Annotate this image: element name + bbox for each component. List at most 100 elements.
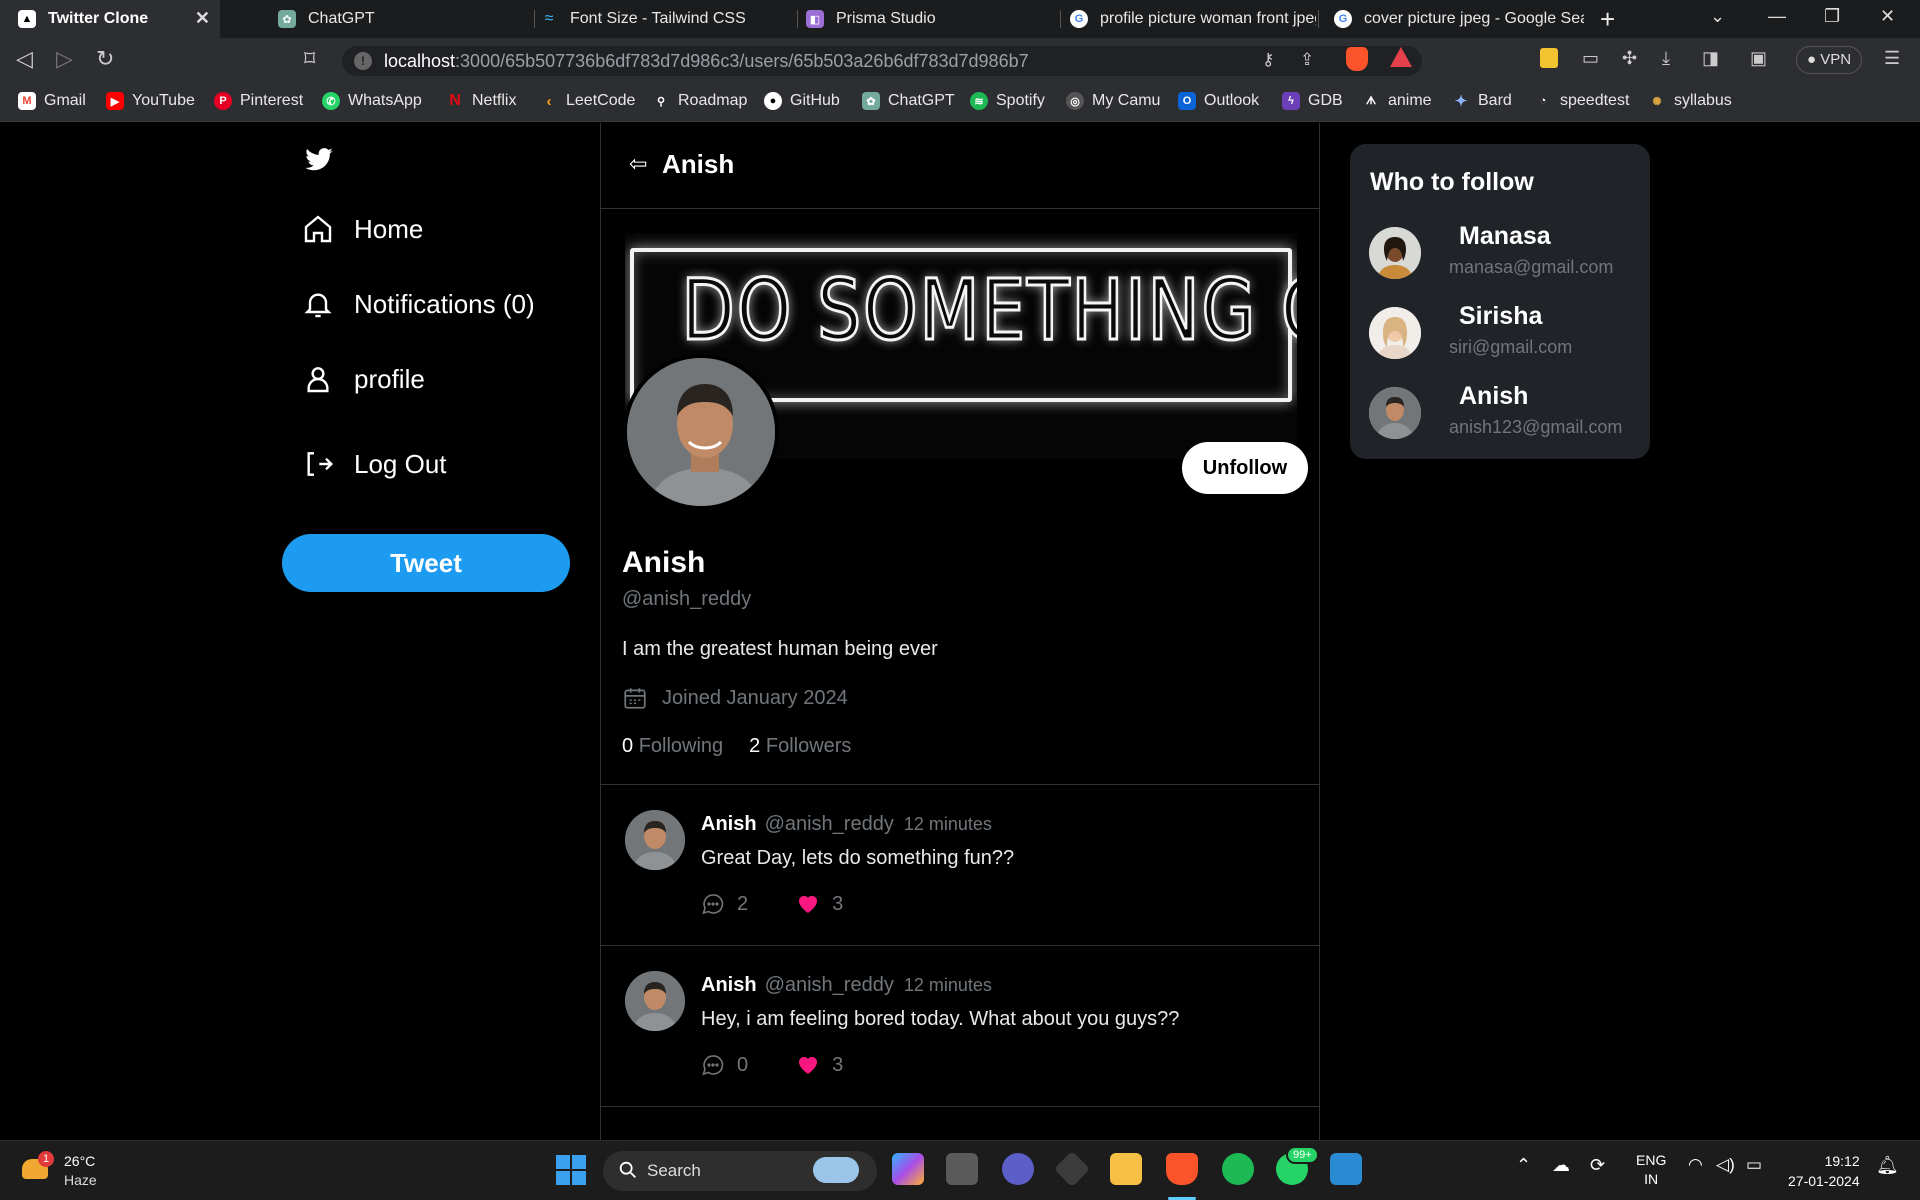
tweet-item[interactable]: Anish @anish_reddy 12 minutes Great Day, l… [601,784,1319,945]
address-bar[interactable]: ! localhost:3000/65b507736b6df783d7d986c… [342,46,1422,76]
tweet-avatar[interactable] [625,971,685,1031]
windows-start-icon[interactable] [556,1155,586,1185]
bookmark-roadmap[interactable]: ⚲ Roadmap [652,92,747,110]
tweet-author-name[interactable]: Anish [701,974,757,996]
forward-icon[interactable]: ▷ [56,46,73,72]
tab-prisma-studio[interactable]: ◧ Prisma Studio [788,0,1028,38]
download-icon[interactable]: ⤓ [1662,48,1670,69]
vpn-button[interactable]: ● VPN [1796,46,1863,74]
followers-link[interactable]: 2 Followers [749,735,851,757]
close-tab-icon[interactable]: ✕ [195,8,210,29]
comment-icon[interactable] [701,892,725,916]
battery-icon[interactable]: ▭ [1746,1155,1762,1175]
bookmark-whatsapp[interactable]: ✆ WhatsApp [322,92,422,110]
twitter-bird-logo-icon[interactable] [304,145,334,175]
bookmark-speedtest[interactable]: ◔ speedtest [1534,92,1630,110]
tweet-avatar[interactable] [625,810,685,870]
brave-rewards-icon[interactable] [1390,47,1412,67]
tab-twitter-clone[interactable]: ▲ Twitter Clone ✕ [0,0,220,38]
wallet-icon[interactable]: ▣ [1750,48,1767,69]
tweet-item[interactable]: Anish @anish_reddy 12 minutes Hey, i am fe… [601,945,1319,1106]
notification-bell-icon[interactable]: 🔔︎ [1876,1155,1899,1176]
volume-icon[interactable]: ◁) [1716,1155,1735,1175]
key-icon[interactable]: ⚷ [1262,50,1274,70]
tab-google-cover-picture[interactable]: G cover picture jpeg - Google Sear [1316,0,1584,38]
teams-chat-icon[interactable] [1002,1153,1034,1185]
bookmark-icon[interactable]: ⌑ [304,46,315,72]
bookmark-leetcode[interactable]: ‹ LeetCode [540,92,636,110]
profile-avatar[interactable] [623,354,779,510]
cover-neon-text: DO SOMETHING GREAT [680,260,1297,361]
wallet-extension-icon[interactable] [1540,48,1558,73]
minimize-icon[interactable]: — [1768,6,1786,27]
sidebar-toggle-icon[interactable]: ◨ [1702,48,1719,69]
vscode-icon[interactable] [1330,1153,1362,1185]
wifi-icon[interactable]: ◠ [1688,1155,1703,1175]
task-view-icon[interactable] [946,1153,978,1185]
bookmark-outlook[interactable]: O Outlook [1178,92,1259,110]
bookmark-label: syllabus [1674,92,1732,109]
bookmark-syllabus[interactable]: ✺ syllabus [1648,92,1732,110]
menu-icon[interactable]: ☰ [1884,48,1900,69]
bookmark-gmail[interactable]: M Gmail [18,92,86,110]
tab-tailwind[interactable]: ≈ Font Size - Tailwind CSS [522,0,772,38]
share-icon[interactable]: ⇪ [1300,50,1314,70]
tab-google-profile-picture[interactable]: G profile picture woman front jpeg [1052,0,1316,38]
tweet-author-name[interactable]: Anish [701,813,757,835]
onedrive-icon[interactable]: ☁ [1552,1155,1570,1176]
system-clock[interactable]: 19:12 27-01-2024 [1788,1151,1860,1191]
github-icon: ● [764,92,782,110]
tray-overflow-chevron-icon[interactable]: ⌃ [1516,1155,1531,1176]
comment-icon[interactable] [701,1053,725,1077]
bookmark-gdb[interactable]: ϟ GDB [1282,92,1343,110]
spotify-icon[interactable] [1222,1153,1254,1185]
bookmark-bard[interactable]: ✦ Bard [1452,92,1512,110]
twitter-clone-favicon: ▲ [18,10,36,28]
taskbar-search[interactable]: Search [603,1151,877,1191]
sidebar-item-logout[interactable]: Log Out [302,448,447,480]
dev-app-icon[interactable] [1053,1150,1091,1188]
tweet-button[interactable]: Tweet [282,534,570,592]
file-explorer-icon[interactable] [1110,1153,1142,1185]
suggested-user[interactable]: Sirisha siri@gmail.com [1369,302,1639,377]
unfollow-button[interactable]: Unfollow [1182,442,1308,494]
bookmark-my-camu[interactable]: ◎ My Camu [1066,92,1160,110]
sidebar-item-notifications[interactable]: Notifications (0) [302,288,535,320]
copilot-icon[interactable] [892,1153,924,1185]
sidebar-item-home[interactable]: Home [302,213,423,245]
brave-shield-icon[interactable] [1346,47,1368,71]
puzzle-icon[interactable]: ✣ [1622,48,1637,69]
bookmark-github[interactable]: ● GitHub [764,92,840,110]
back-icon[interactable]: ◁ [16,46,33,72]
who-to-follow-title: Who to follow [1370,168,1534,196]
site-info-icon[interactable]: ! [354,52,372,70]
bookmarks-bar: M Gmail ▶ YouTube P Pinterest ✆ WhatsApp N Ne… [0,82,1920,122]
extension-icon[interactable]: ▭ [1582,48,1599,69]
close-window-icon[interactable]: ✕ [1880,6,1895,27]
restore-icon[interactable]: ❐ [1824,6,1840,27]
bookmark-pinterest[interactable]: P Pinterest [214,92,303,110]
weather-widget[interactable]: 1 26°C Haze [22,1151,112,1191]
tab-list-chevron-icon[interactable]: ⌄ [1710,6,1725,27]
bookmark-netflix[interactable]: N Netflix [446,92,516,110]
bookmark-youtube[interactable]: ▶ YouTube [106,92,195,110]
heart-icon[interactable] [796,1053,820,1077]
new-tab-icon[interactable]: + [1600,4,1615,35]
back-arrow-icon[interactable]: ⇦ [629,151,647,177]
bookmark-spotify[interactable]: ≋ Spotify [970,92,1045,110]
sidebar-item-profile[interactable]: profile [302,363,425,395]
sync-icon[interactable]: ⟳ [1590,1155,1605,1176]
tab-chatgpt[interactable]: ✿ ChatGPT [260,0,460,38]
following-link[interactable]: 0 Following [622,735,723,757]
bookmark-chatgpt[interactable]: ✿ ChatGPT [862,92,955,110]
language-indicator[interactable]: ENG IN [1636,1151,1666,1189]
joined-date: Joined January 2024 [662,686,848,709]
url-text: localhost:3000/65b507736b6df783d7d986c3/… [384,51,1029,72]
bookmark-anime[interactable]: ᗑ anime [1362,92,1432,110]
heart-icon[interactable] [796,892,820,916]
suggested-user[interactable]: Manasa manasa@gmail.com [1369,222,1639,297]
reload-icon[interactable]: ↻ [96,46,114,72]
suggested-user[interactable]: Anish anish123@gmail.com [1369,382,1639,457]
camu-icon: ◎ [1066,92,1084,110]
brave-browser-icon[interactable] [1166,1153,1198,1185]
